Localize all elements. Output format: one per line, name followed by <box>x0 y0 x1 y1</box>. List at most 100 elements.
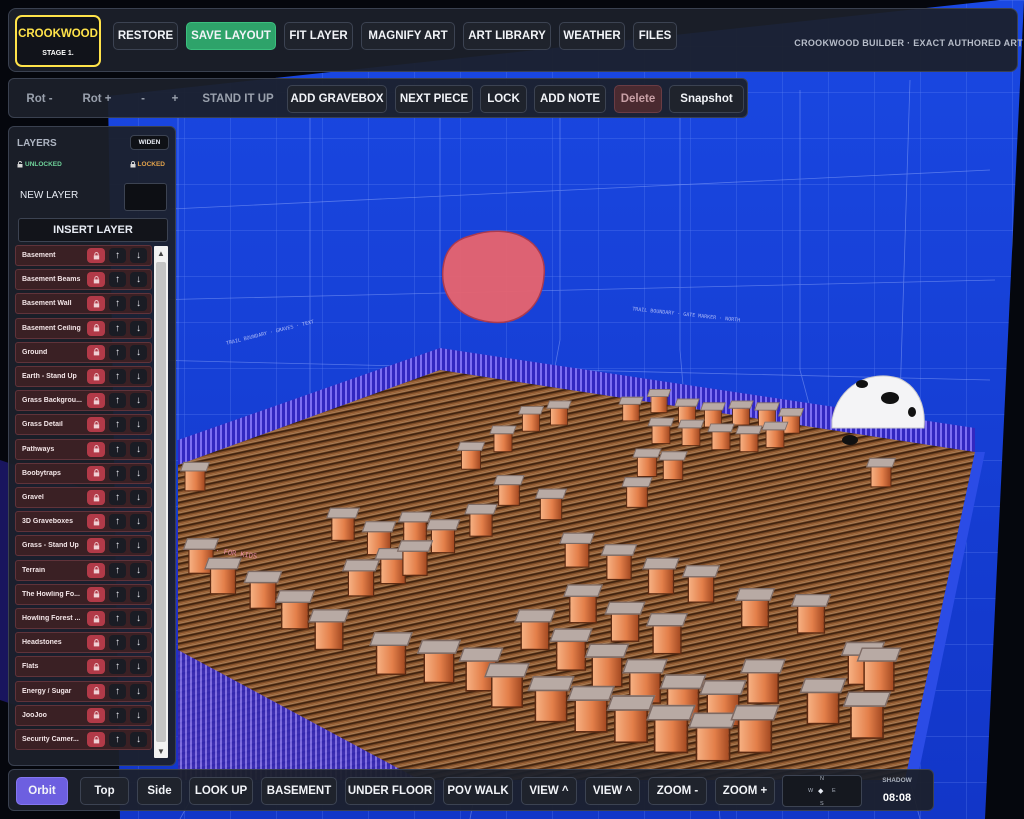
gravebox-prop[interactable] <box>396 540 434 576</box>
layer-lock-button[interactable] <box>87 683 105 699</box>
move-layer-down-button[interactable]: ↓ <box>130 538 147 554</box>
layer-row[interactable]: Pathways ↑ ↓ <box>15 438 152 460</box>
under-floor-button[interactable]: UNDER FLOOR <box>345 777 435 805</box>
move-layer-up-button[interactable]: ↑ <box>109 659 126 675</box>
gravebox-prop[interactable] <box>728 400 754 426</box>
move-layer-down-button[interactable]: ↓ <box>130 659 147 675</box>
move-layer-down-button[interactable]: ↓ <box>130 732 147 747</box>
layer-row[interactable]: Basement ↑ ↓ <box>15 245 152 266</box>
layer-row[interactable]: Grass - Stand Up ↑ ↓ <box>15 535 152 557</box>
magnify-art-button[interactable]: MAGNIFY ART <box>361 22 455 50</box>
gravebox-prop[interactable] <box>740 658 786 704</box>
layer-lock-button[interactable] <box>87 732 105 747</box>
gravebox-prop[interactable] <box>734 588 776 628</box>
gravebox-prop[interactable] <box>425 519 461 554</box>
gravebox-prop[interactable] <box>534 488 568 521</box>
gravebox-prop[interactable] <box>658 451 688 481</box>
layer-row[interactable]: Basement Beams ↑ ↓ <box>15 269 152 291</box>
shadow-time[interactable]: 08:08 <box>871 792 923 804</box>
gravebox-prop[interactable] <box>645 613 689 655</box>
gravebox-prop[interactable] <box>518 406 544 432</box>
move-layer-down-button[interactable]: ↓ <box>130 707 147 723</box>
layer-lock-button[interactable] <box>87 465 105 481</box>
move-layer-up-button[interactable]: ↑ <box>109 417 126 433</box>
layer-row[interactable]: Grass Backgrou... ↑ ↓ <box>15 390 152 412</box>
gravebox-prop[interactable] <box>584 643 630 688</box>
button-button[interactable]: + <box>162 85 188 113</box>
gravebox-prop[interactable] <box>642 557 680 595</box>
scroll-down-arrow[interactable]: ▼ <box>154 744 168 758</box>
move-layer-down-button[interactable]: ↓ <box>130 562 147 578</box>
layer-lock-button[interactable] <box>87 490 105 505</box>
gravebox-prop[interactable] <box>842 691 892 739</box>
move-layer-down-button[interactable]: ↓ <box>130 344 147 360</box>
restore-button[interactable]: RESTORE <box>113 22 178 50</box>
layer-row[interactable]: Terrain ↑ ↓ <box>15 559 152 581</box>
gravebox-prop[interactable] <box>646 389 672 414</box>
widen-button[interactable]: WIDEN <box>130 135 169 150</box>
move-layer-up-button[interactable]: ↑ <box>109 393 126 409</box>
move-layer-up-button[interactable]: ↑ <box>109 611 126 626</box>
layer-lock-button[interactable] <box>87 393 105 409</box>
gravebox-prop[interactable] <box>799 678 847 725</box>
move-layer-up-button[interactable]: ↑ <box>109 369 126 384</box>
move-layer-down-button[interactable]: ↓ <box>130 490 147 505</box>
basement-button[interactable]: BASEMENT <box>261 777 337 805</box>
move-layer-up-button[interactable]: ↑ <box>109 296 126 312</box>
move-layer-up-button[interactable]: ↑ <box>109 586 126 602</box>
gravebox-prop[interactable] <box>707 423 735 451</box>
move-layer-up-button[interactable]: ↑ <box>109 732 126 747</box>
gravebox-prop[interactable] <box>735 425 763 453</box>
gravebox-prop[interactable] <box>179 461 211 492</box>
move-layer-up-button[interactable]: ↑ <box>109 441 126 457</box>
layer-lock-button[interactable] <box>87 441 105 457</box>
gravebox-prop[interactable] <box>514 609 556 651</box>
move-layer-up-button[interactable]: ↑ <box>109 707 126 723</box>
move-layer-down-button[interactable]: ↓ <box>130 441 147 457</box>
layer-row[interactable]: Energy / Sugar ↑ ↓ <box>15 680 152 702</box>
view-button[interactable]: VIEW ^ <box>521 777 577 805</box>
layer-row[interactable]: Boobytraps ↑ ↓ <box>15 462 152 484</box>
move-layer-up-button[interactable]: ↑ <box>109 248 126 263</box>
layer-lock-button[interactable] <box>87 296 105 312</box>
layer-lock-button[interactable] <box>87 659 105 675</box>
add-note-button[interactable]: ADD NOTE <box>534 85 606 113</box>
gravebox-prop[interactable] <box>563 584 603 624</box>
gravebox-prop[interactable] <box>688 712 738 762</box>
gravebox-prop[interactable] <box>621 477 653 508</box>
gravebox-prop[interactable] <box>243 570 283 609</box>
gravebox-prop[interactable] <box>493 475 525 506</box>
snapshot-button[interactable]: Snapshot <box>669 85 744 113</box>
gravebox-prop[interactable] <box>308 609 350 651</box>
pov-walk-button[interactable]: POV WALK <box>443 777 513 805</box>
gravebox-prop[interactable] <box>632 448 662 477</box>
logo-badge[interactable]: CROOKWOOD STAGE 1. <box>15 15 101 67</box>
gravebox-prop[interactable] <box>369 632 413 675</box>
layer-row[interactable]: Gravel ↑ ↓ <box>15 487 152 508</box>
gravebox-prop[interactable] <box>604 601 646 642</box>
scroll-thumb[interactable] <box>156 262 166 742</box>
layer-row[interactable]: Howling Forest ... ↑ ↓ <box>15 608 152 629</box>
save-layout-button[interactable]: SAVE LAYOUT <box>186 22 276 50</box>
move-layer-up-button[interactable]: ↑ <box>109 683 126 699</box>
gravebox-prop[interactable] <box>600 544 638 581</box>
move-layer-down-button[interactable]: ↓ <box>130 417 147 433</box>
layer-lock-button[interactable] <box>87 707 105 723</box>
side-button[interactable]: Side <box>137 777 182 805</box>
gravebox-prop[interactable] <box>274 590 316 630</box>
gravebox-prop[interactable] <box>489 425 517 453</box>
next-piece-button[interactable]: NEXT PIECE <box>395 85 473 113</box>
gravebox-prop[interactable] <box>456 441 486 470</box>
layer-row[interactable]: 3D Graveboxes ↑ ↓ <box>15 511 152 533</box>
move-layer-down-button[interactable]: ↓ <box>130 514 147 530</box>
layer-row[interactable]: Headstones ↑ ↓ <box>15 632 152 654</box>
new-layer-input[interactable] <box>124 183 167 211</box>
layer-row[interactable]: JooJoo ↑ ↓ <box>15 704 152 726</box>
gravebox-prop[interactable] <box>326 507 360 541</box>
layer-lock-button[interactable] <box>87 514 105 530</box>
move-layer-up-button[interactable]: ↑ <box>109 635 126 651</box>
layer-lock-button[interactable] <box>87 635 105 651</box>
weather-button[interactable]: WEATHER <box>559 22 625 50</box>
look-up-button[interactable]: LOOK UP <box>189 777 253 805</box>
move-layer-down-button[interactable]: ↓ <box>130 586 147 602</box>
